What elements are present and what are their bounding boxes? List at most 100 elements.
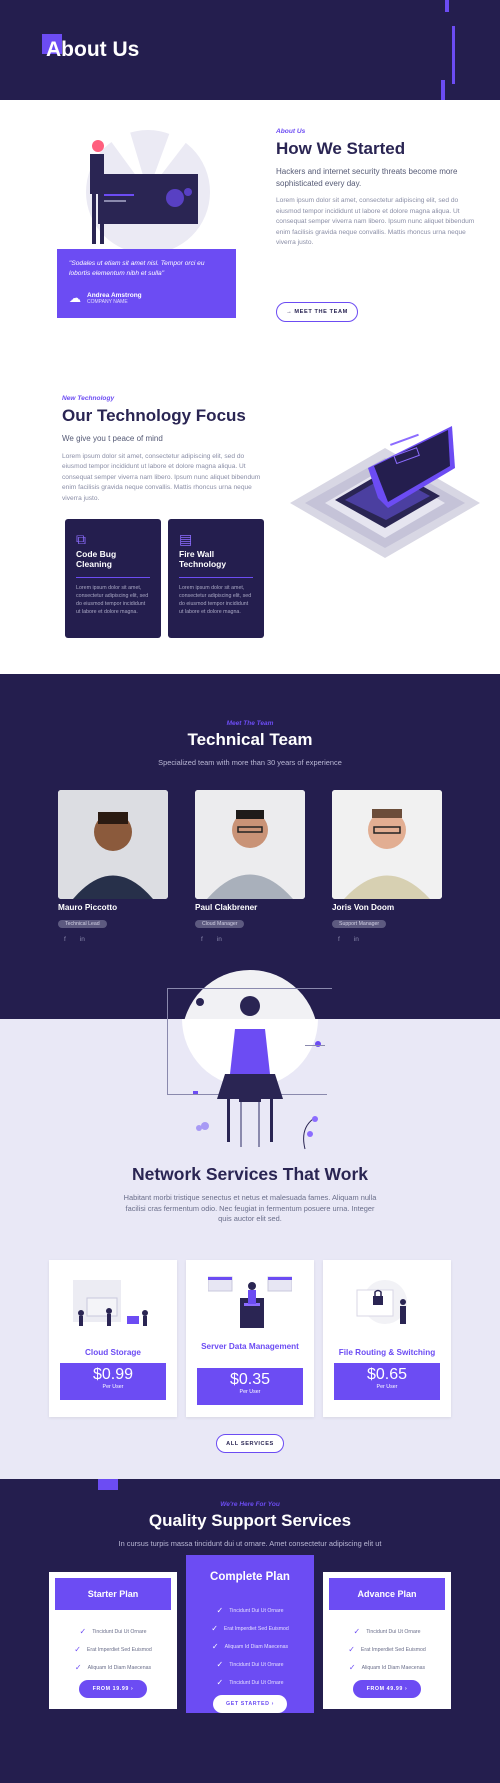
server-data-illustration xyxy=(208,1276,292,1328)
plan-title: Complete Plan xyxy=(210,1571,290,1583)
advance-plan-button[interactable]: FROM 49.99 › xyxy=(353,1680,421,1698)
tech-card-code-bug: ⧉ Code Bug Cleaning Lorem ipsum dolor si… xyxy=(65,519,161,638)
pricing-plan-starter: Starter Plan ✓ Tincidunt Dui Ut Ornare ✓ E… xyxy=(49,1572,177,1709)
price-value: $0.35 xyxy=(229,1371,271,1388)
member-photo xyxy=(332,790,442,899)
support-title: Quality Support Services xyxy=(148,1511,352,1530)
support-section: We're Here For You Quality Support Servi… xyxy=(0,1479,500,1783)
plan-feature: ✓ Tincidunt Dui Ut Ornare xyxy=(216,1606,284,1615)
server-icon: ▤ xyxy=(179,531,193,547)
tech-card-title: Code Bug Cleaning xyxy=(76,549,117,569)
service-title: Cloud Storage xyxy=(85,1348,141,1357)
member-role-badge: Support Manager xyxy=(332,920,387,928)
how-body: Lorem ipsum dolor sit amet, consectetur … xyxy=(276,197,475,247)
cloud-storage-illustration xyxy=(73,1280,148,1326)
plan-feature: ✓ Tincidunt Dui Ut Ornare xyxy=(353,1627,421,1636)
tech-card-firewall: ▤ Fire Wall Technology Lorem ipsum dolor… xyxy=(168,519,264,638)
code-window-icon: ⧉ xyxy=(76,531,86,547)
page-title: About Us xyxy=(46,38,140,61)
linkedin-icon[interactable]: in xyxy=(80,936,85,943)
price-unit: Per User xyxy=(239,1389,261,1395)
pricing-plan-complete: Complete Plan ✓ Tincidunt Dui Ut Ornare ✓… xyxy=(186,1555,314,1713)
check-icon: ✓ xyxy=(74,1663,82,1672)
price-unit: Per User xyxy=(376,1384,398,1390)
team-member-card: Joris Von Doom Support Manager f in xyxy=(332,790,442,943)
facebook-icon[interactable]: f xyxy=(64,936,66,943)
header-accent-bar xyxy=(441,80,445,100)
plan-feature: ✓ Erat Imperdiet Sed Euismod xyxy=(211,1624,289,1633)
plan-feature: ✓ Aliquam Id Diam Maecenas xyxy=(211,1642,289,1651)
team-member-card: Mauro Piccotto Technical Lead f in xyxy=(58,790,168,943)
check-icon: ✓ xyxy=(74,1645,81,1654)
service-card: Cloud Storage $0.99 Per User xyxy=(49,1260,177,1417)
testimonial-card: "Sodales ut etiam sit amet nisl. Tempor … xyxy=(57,249,236,318)
member-photo xyxy=(58,790,168,899)
check-icon: ✓ xyxy=(216,1678,224,1687)
check-icon: ✓ xyxy=(211,1642,219,1651)
tech-eyebrow: New Technology xyxy=(62,395,115,402)
linkedin-icon[interactable]: in xyxy=(354,936,359,943)
woman-on-stool-illustration-top xyxy=(167,970,332,1019)
service-price: $0.65 Per User xyxy=(334,1363,440,1400)
support-eyebrow: We're Here For You xyxy=(220,1501,280,1508)
tech-card-text: Lorem ipsum dolor sit amet, consectetur … xyxy=(76,584,149,616)
technology-section: New Technology Our Technology Focus We g… xyxy=(0,380,500,640)
member-photo xyxy=(195,790,305,899)
header-accent-bar xyxy=(445,0,449,12)
testimonial-author: ☁ Andrea Amstrong COMPANY NAME xyxy=(69,291,142,305)
testimonial-quote: "Sodales ut etiam sit amet nisl. Tempor … xyxy=(69,260,205,277)
member-role-badge: Cloud Manager xyxy=(195,920,245,928)
page-header: About Us xyxy=(0,0,500,100)
check-icon: ✓ xyxy=(211,1624,218,1633)
how-eyebrow: About Us xyxy=(276,128,306,135)
header-accent-bar xyxy=(452,26,455,84)
service-card: Server Data Management $0.35 Per User xyxy=(186,1260,314,1417)
starter-plan-button[interactable]: FROM 19.99 › xyxy=(79,1680,147,1698)
divider xyxy=(76,576,150,578)
laptop-illustration xyxy=(290,426,480,558)
plan-title: Advance Plan xyxy=(329,1578,445,1610)
service-price: $0.35 Per User xyxy=(197,1368,303,1405)
tech-text-block: New Technology Our Technology Focus We g… xyxy=(62,395,262,504)
price-unit: Per User xyxy=(102,1384,124,1390)
network-services-section: Network Services That Work Habitant morb… xyxy=(0,1019,500,1479)
service-price: $0.99 Per User xyxy=(60,1363,166,1400)
author-role: COMPANY NAME xyxy=(87,298,128,305)
woman-on-stool-illustration xyxy=(167,1019,327,1150)
check-icon: ✓ xyxy=(353,1627,361,1636)
meet-the-team-button[interactable]: → MEET THE TEAM xyxy=(276,302,358,322)
pricing-plan-advance: Advance Plan ✓ Tincidunt Dui Ut Ornare ✓ E… xyxy=(323,1572,451,1709)
price-value: $0.65 xyxy=(366,1366,408,1383)
woman-with-screen-illustration xyxy=(86,130,210,254)
plan-title: Starter Plan xyxy=(55,1578,171,1610)
price-value: $0.99 xyxy=(92,1366,134,1383)
get-started-button[interactable]: GET STARTED › xyxy=(213,1695,287,1713)
divider xyxy=(179,576,253,578)
tech-card-text: Lorem ipsum dolor sit amet, consectetur … xyxy=(179,584,252,616)
plan-feature: ✓ Erat Imperdiet Sed Euismod xyxy=(74,1645,152,1654)
how-text-block: About Us How We Started Hackers and inte… xyxy=(276,128,476,249)
all-services-button[interactable]: ALL SERVICES xyxy=(216,1434,284,1453)
accent-square xyxy=(98,1479,118,1490)
plan-feature: ✓ Aliquam Id Diam Maecenas xyxy=(74,1663,152,1672)
cloud-icon: ☁ xyxy=(69,291,81,305)
how-title: How We Started xyxy=(276,139,406,158)
team-eyebrow: Meet The Team xyxy=(226,720,274,727)
team-subtitle: Specialized team with more than 30 years… xyxy=(158,758,342,767)
author-name: Andrea Amstrong xyxy=(87,291,142,299)
team-title: Technical Team xyxy=(187,730,313,749)
linkedin-icon[interactable]: in xyxy=(217,936,222,943)
check-icon: ✓ xyxy=(348,1645,355,1654)
tech-title: Our Technology Focus xyxy=(62,406,246,425)
facebook-icon[interactable]: f xyxy=(338,936,340,943)
network-subtitle: Habitant morbi tristique senectus et net… xyxy=(123,1193,377,1224)
check-icon: ✓ xyxy=(216,1660,224,1669)
support-subtitle: In cursus turpis massa tincidunt dui ut … xyxy=(118,1539,382,1548)
check-icon: ✓ xyxy=(348,1663,356,1672)
tech-card-title: Fire Wall Technology xyxy=(179,549,227,569)
service-card: File Routing & Switching $0.65 Per User xyxy=(323,1260,451,1417)
facebook-icon[interactable]: f xyxy=(201,936,203,943)
plan-feature: ✓ Tincidunt Dui Ut Ornare xyxy=(79,1627,147,1636)
tech-body: Lorem ipsum dolor sit amet, consectetur … xyxy=(62,452,261,502)
team-section: Meet The Team Technical Team Specialized… xyxy=(0,674,500,1019)
